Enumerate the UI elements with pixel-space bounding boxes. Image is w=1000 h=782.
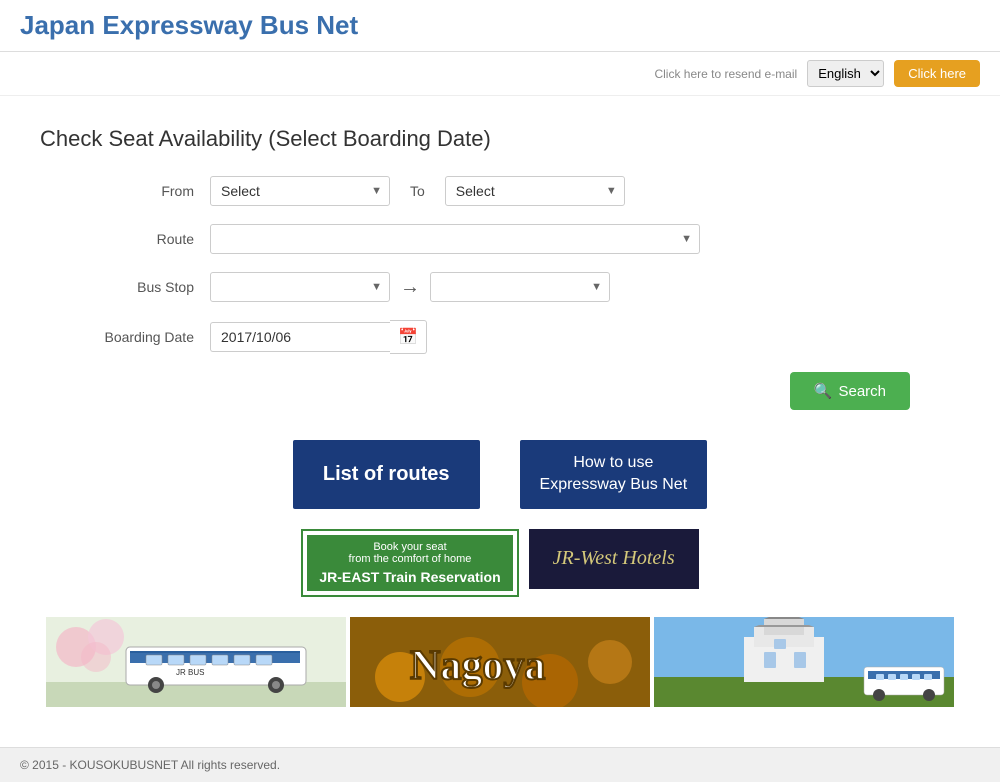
site-title: Japan Expressway Bus Net <box>20 10 980 41</box>
search-button[interactable]: 🔍 Search <box>790 372 910 410</box>
click-here-button[interactable]: Click here <box>894 60 980 87</box>
search-row: 🔍 Search <box>90 372 910 410</box>
photo-row: JR BUS Nagoya <box>40 617 960 707</box>
main-content: Check Seat Availability (Select Boarding… <box>0 96 1000 747</box>
bus-stop-to-wrapper <box>430 272 610 302</box>
calendar-button[interactable]: 📅 <box>390 320 427 354</box>
search-form: From Select To Select Route <box>90 176 910 410</box>
arrow-icon: → <box>390 276 430 299</box>
from-select[interactable]: Select <box>210 176 390 206</box>
footer-text: © 2015 - KOUSOKUBUSNET All rights reserv… <box>20 758 280 772</box>
nagoya-photo: Nagoya <box>350 617 650 707</box>
boarding-date-row: Boarding Date 📅 <box>90 320 910 354</box>
list-of-routes-button[interactable]: List of routes <box>293 440 480 509</box>
language-select[interactable]: English 日本語 中文 한국어 <box>807 60 884 87</box>
route-label: Route <box>90 231 210 247</box>
nagoya-svg: Nagoya <box>350 617 650 707</box>
banner-row: Book your seat from the comfort of home … <box>40 529 960 597</box>
route-select-wrapper <box>210 224 700 254</box>
how-to-use-line2: Expressway Bus Net <box>540 476 688 493</box>
to-select[interactable]: Select <box>445 176 625 206</box>
date-wrapper: 📅 <box>210 320 427 354</box>
bus-stop-to-select[interactable] <box>430 272 610 302</box>
bus-svg-1: JR BUS <box>46 617 346 707</box>
to-label: To <box>390 183 445 199</box>
boarding-date-input[interactable] <box>210 322 390 352</box>
bus-stop-label: Bus Stop <box>90 279 210 295</box>
footer: © 2015 - KOUSOKUBUSNET All rights reserv… <box>0 747 1000 782</box>
site-header: Japan Expressway Bus Net <box>0 0 1000 52</box>
jr-east-line2: from the comfort of home <box>319 553 500 565</box>
from-select-wrapper: Select <box>210 176 390 206</box>
bus-stop-row: Bus Stop → <box>90 272 910 302</box>
resend-email-link[interactable]: Click here to resend e-mail <box>654 67 797 81</box>
jr-west-brand: JR-West Hotels <box>553 547 675 570</box>
jr-east-brand: JR-EAST Train Reservation <box>319 569 500 585</box>
svg-text:Nagoya: Nagoya <box>410 643 545 689</box>
route-select[interactable] <box>210 224 700 254</box>
bus-stop-from-select[interactable] <box>210 272 390 302</box>
from-label: From <box>90 183 210 199</box>
route-row: Route <box>90 224 910 254</box>
promo-section: List of routes How to use Expressway Bus… <box>40 440 960 509</box>
castle-photo <box>654 617 954 707</box>
svg-text:JR BUS: JR BUS <box>176 668 204 677</box>
search-label: Search <box>838 383 886 400</box>
bus-photo-1: JR BUS <box>46 617 346 707</box>
jr-west-banner[interactable]: JR-West Hotels <box>529 529 699 589</box>
to-select-wrapper: Select <box>445 176 625 206</box>
search-icon: 🔍 <box>814 382 833 400</box>
page-title: Check Seat Availability (Select Boarding… <box>40 126 960 152</box>
how-to-use-button[interactable]: How to use Expressway Bus Net <box>520 440 708 509</box>
castle-svg <box>654 617 954 707</box>
boarding-date-label: Boarding Date <box>90 329 210 345</box>
top-bar: Click here to resend e-mail English 日本語 … <box>0 52 1000 96</box>
jr-east-banner[interactable]: Book your seat from the comfort of home … <box>301 529 518 597</box>
bus-stop-from-wrapper <box>210 272 390 302</box>
jr-east-line1: Book your seat <box>319 541 500 553</box>
how-to-use-line1: How to use <box>573 454 653 471</box>
from-to-row: From Select To Select <box>90 176 910 206</box>
